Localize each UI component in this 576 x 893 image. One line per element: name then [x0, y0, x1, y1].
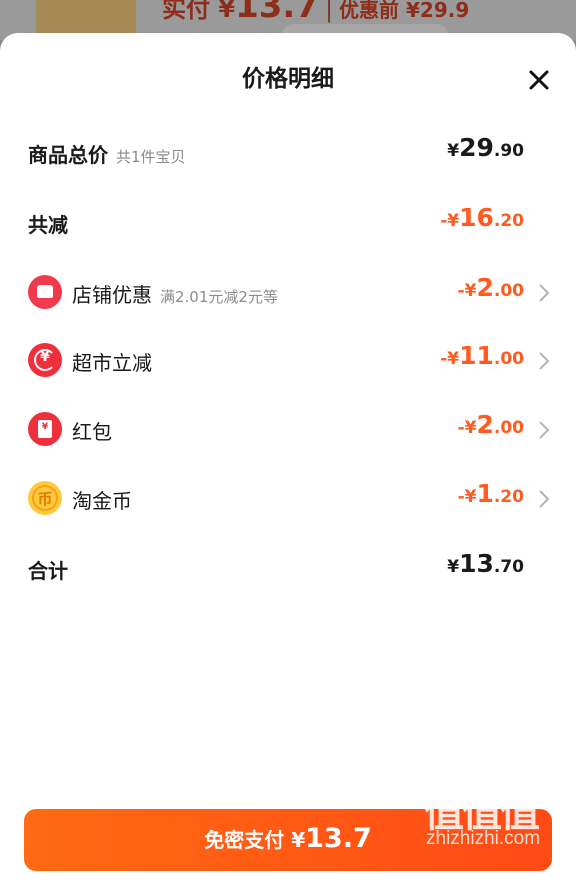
market-yen-icon: ¥	[28, 343, 62, 377]
row-shop-discount[interactable]: 店铺优惠 满2.01元减2元等 -¥2.00	[0, 273, 576, 313]
gold-coin-amount: -¥1.20	[458, 479, 524, 508]
chevron-right-icon	[539, 352, 550, 370]
background-separator: |	[324, 0, 334, 23]
sum-label: 合计	[28, 559, 68, 583]
row-total-goods: 商品总价 共1件宝贝 ¥29.90	[0, 133, 576, 173]
amount-dec: .00	[493, 418, 524, 438]
chevron-right-icon	[539, 284, 550, 302]
product-thumbnail	[36, 0, 136, 36]
amount-dec: .00	[493, 281, 524, 301]
currency: -¥	[457, 487, 477, 507]
pay-button-text: 免密支付 ¥13.7	[204, 823, 372, 854]
background-price: 实付 ¥13.7 | 优惠前 ¥29.9	[162, 0, 469, 26]
amount-int: 29	[459, 133, 494, 162]
gold-coin-icon: 币	[28, 481, 62, 515]
total-discount-amount: -¥16.20	[440, 203, 524, 232]
currency: -¥	[457, 281, 477, 301]
row-label: 商品总价 共1件宝贝	[28, 139, 186, 168]
total-goods-label: 商品总价	[28, 143, 108, 167]
shop-discount-label: 店铺优惠	[72, 283, 152, 307]
sheet-title: 价格明细	[242, 66, 334, 92]
amount-int: 13	[459, 549, 494, 578]
red-packet-icon: ¥	[28, 412, 62, 446]
shop-icon	[28, 275, 62, 309]
currency: -¥	[457, 418, 477, 438]
item-count: 共1件宝贝	[116, 148, 186, 166]
close-icon[interactable]	[522, 63, 556, 97]
row-red-packet[interactable]: ¥ 红包 -¥2.00	[0, 410, 576, 450]
market-discount-amount: -¥11.00	[440, 341, 524, 370]
red-packet-amount: -¥2.00	[458, 410, 524, 439]
amount-int: 1	[476, 479, 494, 508]
row-gold-coin[interactable]: 币 淘金币 -¥1.20	[0, 479, 576, 519]
amount-int: 11	[459, 341, 494, 370]
pay-button-amount: 13.7	[305, 823, 372, 854]
currency: -¥	[440, 349, 460, 369]
row-total-discount: 共减 -¥16.20	[0, 203, 576, 243]
shop-discount-rule: 满2.01元减2元等	[160, 288, 278, 306]
chevron-right-icon	[539, 421, 550, 439]
background-price-label: 实付 ¥	[162, 0, 236, 23]
currency: ¥	[447, 141, 460, 161]
row-sum: 合计 ¥13.70	[0, 549, 576, 589]
gold-coin-label: 淘金币	[72, 489, 132, 513]
total-goods-amount: ¥29.90	[447, 133, 524, 162]
pay-button-label: 免密支付 ¥	[204, 828, 306, 852]
watermark: 值值值 zhizhizhi.com	[424, 780, 574, 860]
background-original-price: 优惠前 ¥29.9	[339, 0, 470, 22]
watermark-url: zhizhizhi.com	[426, 828, 541, 849]
price-detail-sheet: 价格明细 商品总价 共1件宝贝 ¥29.90 共减 -¥16.20 店铺优惠 满2.…	[0, 33, 576, 893]
amount-int: 2	[476, 273, 494, 302]
amount-int: 16	[459, 203, 494, 232]
sum-amount: ¥13.70	[447, 549, 524, 578]
amount-dec: .00	[493, 349, 524, 369]
amount-dec: .20	[493, 487, 524, 507]
market-discount-label: 超市立减	[72, 351, 152, 375]
shop-discount-amount: -¥2.00	[458, 273, 524, 302]
currency: -¥	[440, 211, 460, 231]
background-price-value: 13.7	[235, 0, 319, 26]
row-market-discount[interactable]: ¥ 超市立减 -¥11.00	[0, 341, 576, 381]
total-discount-label: 共减	[28, 213, 68, 237]
row-label: 店铺优惠 满2.01元减2元等	[72, 279, 278, 308]
amount-dec: .70	[493, 557, 524, 577]
chevron-right-icon	[539, 490, 550, 508]
amount-dec: .90	[493, 141, 524, 161]
amount-dec: .20	[493, 211, 524, 231]
currency: ¥	[447, 557, 460, 577]
amount-int: 2	[476, 410, 494, 439]
red-packet-label: 红包	[72, 420, 112, 444]
